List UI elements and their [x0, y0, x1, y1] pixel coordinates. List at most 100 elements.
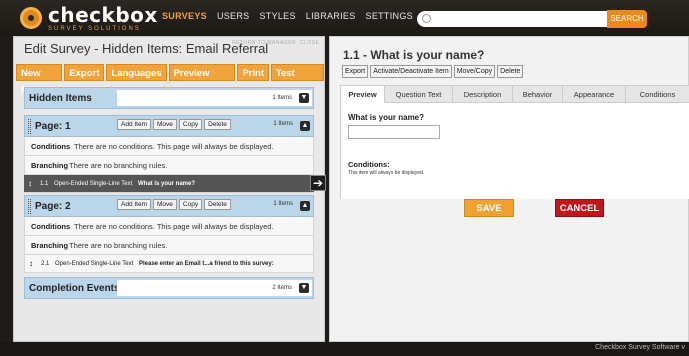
return-to-manager-link[interactable]: RETURN TO MANAGER	[232, 40, 296, 46]
tab-preview[interactable]: Preview	[341, 86, 385, 103]
expand-down-icon[interactable]: ▼	[299, 283, 309, 293]
arrow-right-icon[interactable]: ➔	[310, 175, 326, 191]
item-number: 1.1	[40, 181, 49, 187]
add-item-button[interactable]: Add Item	[117, 199, 152, 210]
save-button[interactable]: SAVE	[464, 199, 514, 217]
delete-item-button[interactable]: Delete	[497, 65, 524, 78]
new-page-button[interactable]: New Page	[16, 64, 63, 96]
item-title: 1.1 - What is your name?	[343, 48, 485, 62]
item-row-2-1[interactable]: ↕ 2.1 Open-Ended Single-Line Text Please…	[24, 255, 314, 273]
page-2-count: 1 Items	[273, 201, 293, 207]
drag-handle-icon[interactable]: ↕	[28, 179, 32, 188]
nav-users[interactable]: USERS	[217, 11, 250, 21]
completion-events-title: Completion Events	[29, 283, 120, 294]
drag-handle-icon[interactable]	[28, 119, 31, 134]
page-2-conditions[interactable]: Conditions There are no conditions. This…	[24, 217, 314, 236]
page-1-title: Page: 1	[35, 121, 71, 132]
conditions-label: Conditions	[31, 142, 71, 151]
tab-appearance[interactable]: Appearance	[563, 86, 626, 103]
item-editor-panel: 1.1 - What is your name? Export Activate…	[329, 36, 689, 342]
collapse-up-icon[interactable]: ▲	[300, 201, 310, 211]
item-number: 2.1	[41, 261, 50, 267]
search-input[interactable]	[417, 11, 607, 27]
cancel-button[interactable]: CANCEL	[555, 199, 604, 217]
copy-button[interactable]: Copy	[178, 119, 203, 130]
item-tabs: Preview Question Text Description Behavi…	[340, 85, 689, 103]
expand-down-icon[interactable]: ▼	[299, 93, 309, 103]
conditions-label: Conditions	[31, 222, 71, 231]
drag-handle-icon[interactable]	[28, 199, 31, 214]
move-button[interactable]: Move	[153, 119, 177, 130]
preview-survey-button[interactable]: Preview Survey	[168, 64, 236, 96]
hidden-items-title: Hidden Items	[29, 93, 92, 104]
page-1-buttons: Add Item Move Copy Delete	[117, 119, 231, 130]
page-2-branching[interactable]: Branching There are no branching rules.	[24, 236, 314, 255]
search-icon	[422, 14, 431, 23]
item-question: Please enter an Email t...a friend to th…	[139, 261, 274, 267]
nav-libraries[interactable]: LIBRARIES	[306, 11, 356, 21]
logo-name: checkbox	[48, 2, 158, 27]
branching-text: There are no branching rules.	[69, 161, 168, 170]
tab-conditions[interactable]: Conditions	[626, 86, 689, 103]
checkbox-logo-icon	[20, 7, 42, 29]
page-1-branching[interactable]: Branching There are no branching rules.	[24, 156, 314, 175]
conditions-label: Conditions:	[348, 160, 390, 169]
languages-button[interactable]: Languages	[106, 64, 167, 81]
item-type: Open-Ended Single-Line Text	[54, 181, 133, 187]
delete-button[interactable]: Delete	[204, 199, 231, 210]
footer: Checkbox Survey Software v	[0, 342, 689, 356]
footer-text: Checkbox Survey Software v	[595, 344, 685, 351]
page-2-buttons: Add Item Move Copy Delete	[117, 199, 231, 210]
branching-label: Branching	[31, 241, 69, 250]
question-prompt: What is your name?	[348, 113, 425, 122]
survey-page-list: Hidden Items 1 Items ▼ Page: 1 Add Item …	[24, 87, 326, 299]
page-1-header[interactable]: Page: 1 Add Item Move Copy Delete 1 Item…	[24, 115, 314, 137]
move-copy-button[interactable]: Move/Copy	[453, 65, 496, 78]
close-link[interactable]: CLOSE	[300, 40, 319, 46]
page-2-title: Page: 2	[35, 201, 71, 212]
nav-surveys[interactable]: SURVEYS	[162, 11, 207, 21]
nav-settings[interactable]: SETTINGS	[366, 11, 413, 21]
tab-question-text[interactable]: Question Text	[385, 86, 453, 103]
export-item-button[interactable]: Export	[342, 65, 369, 78]
completion-events-count: 2 Items	[272, 285, 292, 291]
item-type: Open-Ended Single-Line Text	[55, 261, 134, 267]
nav-styles[interactable]: STYLES	[259, 11, 295, 21]
hidden-items-header[interactable]: Hidden Items 1 Items ▼	[24, 87, 314, 109]
completion-count-area: 2 Items ▼	[117, 280, 312, 296]
conditions-text: There are no conditions. This page will …	[74, 222, 274, 231]
search-button[interactable]: SEARCH	[607, 10, 647, 28]
activate-deactivate-button[interactable]: Activate/Deactivate Item	[370, 65, 452, 78]
top-bar: checkbox SURVEY SOLUTIONS SURVEYS USERS …	[0, 0, 689, 36]
drag-handle-icon[interactable]: ↕	[29, 259, 33, 268]
hidden-items-count-area: 1 Items ▼	[117, 90, 312, 106]
hidden-items-count: 1 Items	[272, 95, 292, 101]
add-item-button[interactable]: Add Item	[117, 119, 152, 130]
tab-description[interactable]: Description	[453, 86, 513, 103]
page-1-conditions[interactable]: Conditions There are no conditions. This…	[24, 137, 314, 156]
item-row-1-1[interactable]: ↕ 1.1 Open-Ended Single-Line Text What i…	[24, 175, 326, 193]
completion-events-header[interactable]: Completion Events 2 Items ▼	[24, 277, 314, 299]
export-button[interactable]: Export	[64, 64, 105, 81]
page-1-count: 1 Items	[273, 121, 293, 127]
collapse-up-icon[interactable]: ▲	[300, 121, 310, 131]
main-nav: SURVEYS USERS STYLES LIBRARIES SETTINGS	[162, 11, 413, 21]
test-survey-button[interactable]: Test Survey	[271, 64, 324, 96]
copy-button[interactable]: Copy	[178, 199, 203, 210]
survey-structure-panel: Edit Survey - Hidden Items: Email Referr…	[13, 36, 326, 342]
branching-text: There are no branching rules.	[69, 241, 168, 250]
item-question: What is your name?	[138, 181, 196, 187]
item-toolbar: Export Activate/Deactivate Item Move/Cop…	[342, 65, 524, 78]
tab-behavior[interactable]: Behavior	[513, 86, 563, 103]
print-button[interactable]: Print	[237, 64, 270, 81]
branching-label: Branching	[31, 161, 69, 170]
conditions-text: There are no conditions. This page will …	[74, 142, 274, 151]
move-button[interactable]: Move	[153, 199, 177, 210]
preview-area: What is your name? Conditions: This item…	[340, 103, 689, 199]
survey-toolbar: New Page Export Languages Preview Survey…	[16, 64, 324, 96]
page-2-header[interactable]: Page: 2 Add Item Move Copy Delete 1 Item…	[24, 195, 314, 217]
delete-button[interactable]: Delete	[204, 119, 231, 130]
logo[interactable]: checkbox SURVEY SOLUTIONS	[20, 4, 158, 32]
conditions-text: This item will always be displayed.	[348, 170, 425, 176]
answer-text-field[interactable]	[348, 125, 440, 139]
